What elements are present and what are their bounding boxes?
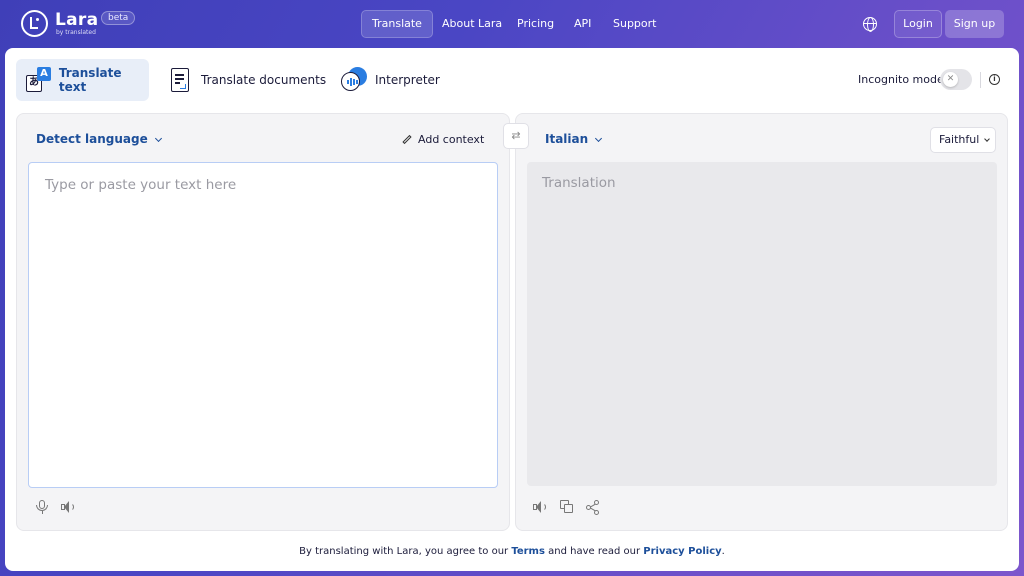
translation-placeholder: Translation (542, 175, 616, 191)
speaker-icon[interactable] (61, 500, 75, 514)
incognito-label: Incognito mode (858, 73, 944, 86)
chevron-down-icon (154, 134, 162, 143)
terms-link[interactable]: Terms (511, 546, 545, 557)
translate-text-icon: あA (26, 67, 51, 93)
target-language-select[interactable]: Italian (545, 132, 603, 146)
source-text-input[interactable]: Type or paste your text here (28, 162, 498, 488)
interpreter-icon (341, 67, 367, 93)
add-context-button[interactable]: Add context (402, 133, 484, 146)
source-language-select[interactable]: Detect language (36, 132, 162, 146)
terms-footer: By translating with Lara, you agree to o… (5, 546, 1019, 557)
tab-label: Translate documents (201, 73, 327, 87)
target-language-label: Italian (545, 132, 589, 146)
nav-about-lara[interactable]: About Lara (442, 10, 502, 38)
copy-icon[interactable] (560, 500, 574, 514)
source-placeholder: Type or paste your text here (45, 177, 237, 193)
footer-text: and have read our (544, 546, 644, 557)
tab-interpreter[interactable]: Interpreter (331, 59, 440, 101)
top-header: Lara by translated beta Translate About … (0, 0, 1024, 48)
translator-card: あA Translate text Translate documents In… (5, 48, 1019, 571)
lara-logo-icon[interactable] (21, 10, 48, 37)
privacy-policy-link[interactable]: Privacy Policy (643, 546, 721, 557)
style-select[interactable]: Faithful (930, 127, 996, 153)
speaker-icon[interactable] (533, 500, 547, 514)
footer-text: . (721, 546, 725, 557)
tab-label: Interpreter (375, 73, 440, 87)
translation-output: Translation (527, 162, 997, 486)
nav-translate[interactable]: Translate (361, 10, 433, 38)
source-language-label: Detect language (36, 132, 148, 146)
nav-pricing[interactable]: Pricing (517, 10, 554, 38)
add-context-label: Add context (418, 133, 485, 146)
brand-name[interactable]: Lara (55, 10, 98, 30)
chevron-down-icon (984, 136, 991, 142)
brand-subtitle: by translated (56, 29, 96, 36)
style-label: Faithful (939, 133, 980, 146)
target-panel: Italian Faithful Translation (515, 113, 1008, 531)
tab-label: Translate text (58, 66, 122, 94)
globe-icon[interactable] (863, 17, 877, 32)
tab-translate-documents[interactable]: Translate documents (157, 59, 326, 101)
signup-button[interactable]: Sign up (945, 10, 1004, 38)
divider (980, 72, 981, 88)
source-panel: Detect language Add context Type or past… (16, 113, 510, 531)
tab-translate-text[interactable]: あA Translate text (16, 59, 149, 101)
footer-text: By translating with Lara, you agree to o… (299, 546, 512, 557)
document-icon (167, 67, 193, 93)
close-icon: ✕ (943, 72, 958, 87)
share-icon[interactable] (586, 500, 600, 515)
info-icon[interactable]: i (989, 74, 1000, 85)
nav-api[interactable]: API (574, 10, 591, 38)
chevron-down-icon (595, 134, 603, 143)
pencil-icon (402, 134, 412, 145)
microphone-icon[interactable] (35, 500, 49, 514)
incognito-toggle[interactable]: ✕ (940, 69, 972, 90)
nav-support[interactable]: Support (613, 10, 656, 38)
beta-badge: beta (101, 11, 136, 25)
login-button[interactable]: Login (894, 10, 942, 38)
swap-languages-button[interactable]: ⇄ (503, 123, 529, 149)
